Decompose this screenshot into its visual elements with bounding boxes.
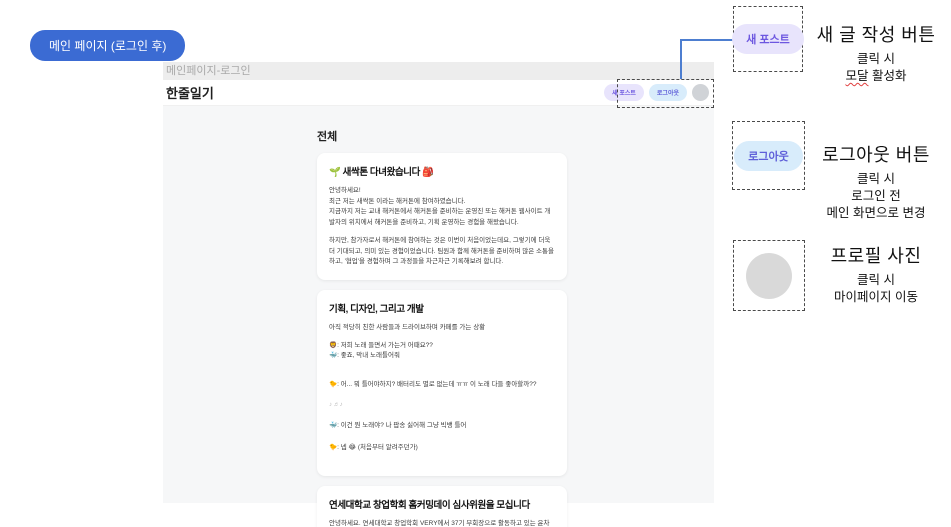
connector-line-horizontal (681, 39, 733, 41)
app-screenshot: 메인페이지-로그인 한줄일기 새 포스트 로그아웃 전체 🌱 새싹톤 다녀왔습니… (163, 62, 714, 527)
annotation-profile: 프로필 사진 클릭 시 마이페이지 이동 (801, 242, 951, 306)
annotation-line-rest: 활성화 (868, 68, 907, 83)
annotation-line: 클릭 시 (857, 172, 895, 186)
annotation-box-profile (733, 240, 805, 311)
header-buttons-selection-box (617, 79, 714, 108)
post-card-3[interactable]: 연세대학교 창업학회 홈커밍데이 심사위원을 모십니다 안녕하세요. 연세대학교… (317, 485, 567, 527)
post-title: 🌱 새싹톤 다녀왔습니다 🎒 (329, 167, 434, 178)
post-title: 기획, 디자인, 그리고 개발 (329, 304, 424, 316)
logout-button-sample: 로그아웃 (734, 140, 803, 171)
annotation-line: 메인 화면으로 변경 (826, 205, 926, 220)
post-title: 연세대학교 창업학회 홈커밍데이 심사위원을 모십니다 (329, 499, 530, 511)
post-paragraph: 🐤: 어... 뭐 틀어야하지? 배터리도 별로 없는데 ㅠㅠ 이 노래 다들 … (329, 369, 555, 464)
chat-line: 🐤: 넵 😂 (처음부터 알려주던가) (329, 443, 418, 451)
new-post-button-sample: 새 포스트 (732, 24, 804, 54)
post-card-1[interactable]: 🌱 새싹톤 다녀왔습니다 🎒 안녕하세요! 최근 저는 새싹톤 이라는 해커톤에… (317, 153, 567, 281)
annotation-line: 모달 활성화 (801, 68, 951, 85)
chat-note: ♪ ♬♪ (329, 402, 343, 409)
annotation-title: 프로필 사진 (830, 246, 922, 266)
annotation-box-new-post: 새 포스트 (732, 6, 804, 72)
annotation-box-logout: 로그아웃 (732, 121, 805, 190)
annotation-line: 로그인 전 (851, 188, 901, 203)
annotation-line: 마이페이지 이동 (834, 289, 918, 304)
annotation-title: 새 글 작성 버튼 (816, 25, 936, 45)
chat-line: 🐤: 어... 뭐 틀어야하지? 배터리도 별로 없는데 ㅠㅠ 이 노래 다들 … (329, 380, 537, 388)
connector-line-vertical (680, 39, 682, 79)
post-card-2[interactable]: 기획, 디자인, 그리고 개발 아직 적당히 친한 사람들과 드라이브하며 카페… (317, 290, 567, 476)
annotation-logout: 로그아웃 버튼 클릭 시 로그인 전 메인 화면으로 변경 (801, 141, 951, 222)
design-spec-page: 메인 페이지 (로그인 후) 메인페이지-로그인 한줄일기 새 포스트 로그아웃… (0, 0, 951, 527)
annotation-line: 클릭 시 (857, 273, 895, 287)
annotation-title: 로그아웃 버튼 (822, 145, 930, 165)
misspelled-word: 모달 (845, 68, 869, 83)
chat-line: 🐳: 이건 뭔 노래야? 나 팝송 싫어해 그냥 빅뱅 틀어 (329, 422, 467, 430)
app-title: 한줄일기 (166, 86, 214, 101)
post-paragraph: 안녕하세요. 연세대학교 창업학회 VERY에서 37기 부회장으로 활동하고 … (329, 519, 550, 527)
post-feed: 전체 🌱 새싹톤 다녀왔습니다 🎒 안녕하세요! 최근 저는 새싹톤 이라는 해… (317, 128, 567, 527)
annotation-line: 클릭 시 (857, 52, 895, 66)
filter-all-label[interactable]: 전체 (317, 128, 567, 144)
post-paragraph: 안녕하세요! 최근 저는 새싹톤 이라는 해커톤에 참여하였습니다. 지금까지 … (329, 187, 551, 227)
page-label-badge: 메인 페이지 (로그인 후) (30, 30, 186, 61)
screenshot-caption: 메인페이지-로그인 (163, 62, 714, 80)
post-paragraph: 아직 적당히 친한 사람들과 드라이브하며 카페를 가는 상황 (329, 324, 486, 332)
annotation-new-post: 새 글 작성 버튼 클릭 시 모달 활성화 (801, 21, 951, 85)
post-paragraph: 🦁: 저희 노래 들면서 가는거 어때요?? 🐳: 좋죠, 막내 노래틀어줘 (329, 341, 433, 360)
post-paragraph: 하지만, 참가자로서 해커톤에 참여하는 것은 이번이 처음이었는데요, 그렇기… (329, 236, 554, 266)
profile-avatar-sample (746, 252, 792, 299)
